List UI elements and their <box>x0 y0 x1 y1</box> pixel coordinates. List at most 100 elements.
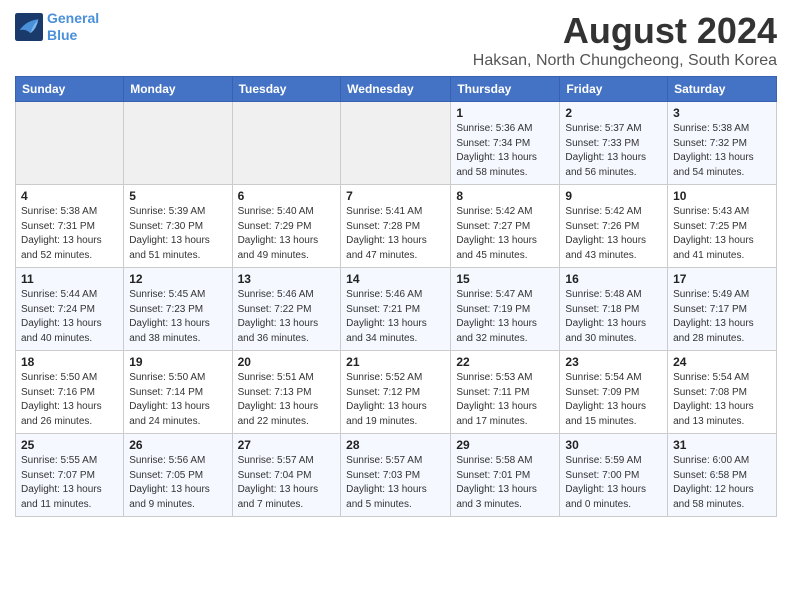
day-number: 1 <box>456 106 554 120</box>
title-area: August 2024 Haksan, North Chungcheong, S… <box>473 10 777 70</box>
week-row-3: 11 Sunrise: 5:44 AMSunset: 7:24 PMDayligh… <box>16 268 777 351</box>
calendar-table: SundayMondayTuesdayWednesdayThursdayFrid… <box>15 76 777 517</box>
calendar-cell: 10 Sunrise: 5:43 AMSunset: 7:25 PMDayligh… <box>668 185 777 268</box>
day-info: Sunrise: 5:38 AMSunset: 7:31 PMDaylight:… <box>21 205 118 263</box>
calendar-cell: 21Sunrise: 5:52 AMSunset: 7:12 PMDayligh… <box>341 351 451 434</box>
weekday-header-tuesday: Tuesday <box>232 77 341 102</box>
day-number: 14 <box>346 272 445 286</box>
calendar-cell: 6 Sunrise: 5:40 AMSunset: 7:29 PMDaylight… <box>232 185 341 268</box>
day-number: 19 <box>129 355 226 369</box>
day-number: 16 <box>565 272 662 286</box>
day-info: Sunrise: 5:57 AMSunset: 7:04 PMDaylight:… <box>238 454 336 512</box>
day-number: 31 <box>673 438 771 452</box>
day-number: 29 <box>456 438 554 452</box>
day-info: Sunrise: 5:42 AMSunset: 7:27 PMDaylight:… <box>456 205 554 263</box>
week-row-4: 18 Sunrise: 5:50 AMSunset: 7:16 PMDayligh… <box>16 351 777 434</box>
day-info: Sunrise: 5:46 AMSunset: 7:22 PMDaylight:… <box>238 288 336 346</box>
weekday-header-thursday: Thursday <box>451 77 560 102</box>
day-number: 2 <box>565 106 662 120</box>
calendar-cell: 16 Sunrise: 5:48 AMSunset: 7:18 PMDayligh… <box>560 268 668 351</box>
day-number: 18 <box>21 355 118 369</box>
calendar-cell: 8 Sunrise: 5:42 AMSunset: 7:27 PMDaylight… <box>451 185 560 268</box>
calendar-cell <box>232 102 341 185</box>
day-number: 22 <box>456 355 554 369</box>
calendar-cell: 13 Sunrise: 5:46 AMSunset: 7:22 PMDayligh… <box>232 268 341 351</box>
weekday-header-wednesday: Wednesday <box>341 77 451 102</box>
calendar-cell: 7Sunrise: 5:41 AMSunset: 7:28 PMDaylight… <box>341 185 451 268</box>
weekday-header-sunday: Sunday <box>16 77 124 102</box>
day-info: Sunrise: 5:38 AMSunset: 7:32 PMDaylight:… <box>673 122 771 180</box>
day-info: Sunrise: 5:42 AMSunset: 7:26 PMDaylight:… <box>565 205 662 263</box>
day-info: Sunrise: 5:56 AMSunset: 7:05 PMDaylight:… <box>129 454 226 512</box>
header: General Blue August 2024 Haksan, North C… <box>15 10 777 70</box>
day-info: Sunrise: 5:45 AMSunset: 7:23 PMDaylight:… <box>129 288 226 346</box>
day-number: 12 <box>129 272 226 286</box>
day-info: Sunrise: 5:47 AMSunset: 7:19 PMDaylight:… <box>456 288 554 346</box>
day-info: Sunrise: 5:44 AMSunset: 7:24 PMDaylight:… <box>21 288 118 346</box>
day-info: Sunrise: 5:48 AMSunset: 7:18 PMDaylight:… <box>565 288 662 346</box>
calendar-cell: 24 Sunrise: 5:54 AMSunset: 7:08 PMDayligh… <box>668 351 777 434</box>
day-number: 6 <box>238 189 336 203</box>
day-info: Sunrise: 5:49 AMSunset: 7:17 PMDaylight:… <box>673 288 771 346</box>
weekday-header-friday: Friday <box>560 77 668 102</box>
day-number: 23 <box>565 355 662 369</box>
day-info: Sunrise: 5:36 AMSunset: 7:34 PMDaylight:… <box>456 122 554 180</box>
calendar-cell: 22 Sunrise: 5:53 AMSunset: 7:11 PMDayligh… <box>451 351 560 434</box>
calendar-cell: 18 Sunrise: 5:50 AMSunset: 7:16 PMDayligh… <box>16 351 124 434</box>
calendar-cell: 9Sunrise: 5:42 AMSunset: 7:26 PMDaylight… <box>560 185 668 268</box>
calendar-cell: 1 Sunrise: 5:36 AMSunset: 7:34 PMDaylight… <box>451 102 560 185</box>
calendar-cell: 20Sunrise: 5:51 AMSunset: 7:13 PMDayligh… <box>232 351 341 434</box>
day-number: 25 <box>21 438 118 452</box>
calendar-cell: 15Sunrise: 5:47 AMSunset: 7:19 PMDayligh… <box>451 268 560 351</box>
logo-text: General Blue <box>47 10 99 44</box>
logo-icon <box>15 13 43 41</box>
day-number: 27 <box>238 438 336 452</box>
day-info: Sunrise: 5:58 AMSunset: 7:01 PMDaylight:… <box>456 454 554 512</box>
day-number: 10 <box>673 189 771 203</box>
calendar-cell: 25 Sunrise: 5:55 AMSunset: 7:07 PMDayligh… <box>16 434 124 517</box>
calendar-cell: 11 Sunrise: 5:44 AMSunset: 7:24 PMDayligh… <box>16 268 124 351</box>
calendar-cell: 3 Sunrise: 5:38 AMSunset: 7:32 PMDaylight… <box>668 102 777 185</box>
calendar-cell: 14 Sunrise: 5:46 AMSunset: 7:21 PMDayligh… <box>341 268 451 351</box>
day-number: 26 <box>129 438 226 452</box>
day-number: 11 <box>21 272 118 286</box>
day-info: Sunrise: 5:57 AMSunset: 7:03 PMDaylight:… <box>346 454 445 512</box>
day-info: Sunrise: 5:55 AMSunset: 7:07 PMDaylight:… <box>21 454 118 512</box>
calendar-cell: 17Sunrise: 5:49 AMSunset: 7:17 PMDayligh… <box>668 268 777 351</box>
day-info: Sunrise: 5:51 AMSunset: 7:13 PMDaylight:… <box>238 371 336 429</box>
calendar-cell: 12 Sunrise: 5:45 AMSunset: 7:23 PMDayligh… <box>124 268 232 351</box>
day-info: Sunrise: 5:46 AMSunset: 7:21 PMDaylight:… <box>346 288 445 346</box>
day-number: 13 <box>238 272 336 286</box>
day-info: Sunrise: 5:54 AMSunset: 7:08 PMDaylight:… <box>673 371 771 429</box>
week-row-5: 25 Sunrise: 5:55 AMSunset: 7:07 PMDayligh… <box>16 434 777 517</box>
weekday-header-monday: Monday <box>124 77 232 102</box>
calendar-cell: 26 Sunrise: 5:56 AMSunset: 7:05 PMDayligh… <box>124 434 232 517</box>
calendar-cell <box>16 102 124 185</box>
calendar-cell <box>124 102 232 185</box>
day-number: 3 <box>673 106 771 120</box>
calendar-cell: 31 Sunrise: 6:00 AMSunset: 6:58 PMDayligh… <box>668 434 777 517</box>
day-number: 5 <box>129 189 226 203</box>
calendar-cell: 30Sunrise: 5:59 AMSunset: 7:00 PMDayligh… <box>560 434 668 517</box>
week-row-1: 1 Sunrise: 5:36 AMSunset: 7:34 PMDaylight… <box>16 102 777 185</box>
day-info: Sunrise: 6:00 AMSunset: 6:58 PMDaylight:… <box>673 454 771 512</box>
day-info: Sunrise: 5:59 AMSunset: 7:00 PMDaylight:… <box>565 454 662 512</box>
weekday-header-saturday: Saturday <box>668 77 777 102</box>
day-info: Sunrise: 5:37 AMSunset: 7:33 PMDaylight:… <box>565 122 662 180</box>
day-info: Sunrise: 5:53 AMSunset: 7:11 PMDaylight:… <box>456 371 554 429</box>
logo: General Blue <box>15 10 99 44</box>
calendar-cell: 28 Sunrise: 5:57 AMSunset: 7:03 PMDayligh… <box>341 434 451 517</box>
calendar-cell: 29 Sunrise: 5:58 AMSunset: 7:01 PMDayligh… <box>451 434 560 517</box>
weekday-header-row: SundayMondayTuesdayWednesdayThursdayFrid… <box>16 77 777 102</box>
calendar-cell: 2 Sunrise: 5:37 AMSunset: 7:33 PMDaylight… <box>560 102 668 185</box>
day-info: Sunrise: 5:43 AMSunset: 7:25 PMDaylight:… <box>673 205 771 263</box>
day-number: 24 <box>673 355 771 369</box>
calendar-cell <box>341 102 451 185</box>
day-number: 21 <box>346 355 445 369</box>
day-number: 28 <box>346 438 445 452</box>
day-info: Sunrise: 5:50 AMSunset: 7:16 PMDaylight:… <box>21 371 118 429</box>
day-number: 7 <box>346 189 445 203</box>
week-row-2: 4Sunrise: 5:38 AMSunset: 7:31 PMDaylight… <box>16 185 777 268</box>
day-info: Sunrise: 5:40 AMSunset: 7:29 PMDaylight:… <box>238 205 336 263</box>
day-number: 8 <box>456 189 554 203</box>
